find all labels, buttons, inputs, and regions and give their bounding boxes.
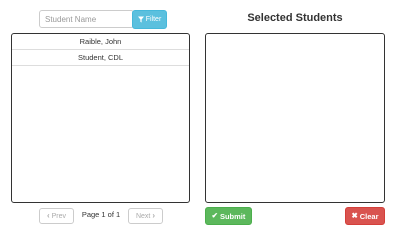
selected-students-title: Selected Students <box>247 12 343 24</box>
filter-button-label: Filter <box>145 16 162 23</box>
filter-button[interactable]: Filter <box>132 10 167 29</box>
chevron-right-icon: › <box>152 211 156 220</box>
clear-button[interactable]: ✖ Clear <box>345 207 385 225</box>
list-item[interactable]: Raible, John <box>12 34 189 50</box>
funnel-icon <box>137 16 144 23</box>
student-name-input[interactable] <box>39 10 134 28</box>
next-button-label: Next <box>135 212 151 220</box>
page-info: Page 1 of 1 <box>81 210 121 219</box>
list-item[interactable]: Student, CDL <box>12 50 189 66</box>
prev-button[interactable]: ‹ Prev <box>39 208 74 224</box>
submit-button[interactable]: ✔ Submit <box>205 207 252 225</box>
next-button[interactable]: Next › <box>128 208 163 224</box>
selected-students-list[interactable] <box>205 33 385 203</box>
times-icon: ✖ <box>351 211 358 220</box>
submit-button-label: Submit <box>219 211 246 221</box>
prev-button-label: Prev <box>51 212 67 220</box>
check-icon: ✔ <box>211 211 218 220</box>
clear-button-label: Clear <box>359 211 379 221</box>
student-list[interactable]: Raible, John Student, CDL <box>11 33 190 203</box>
chevron-left-icon: ‹ <box>46 211 50 220</box>
